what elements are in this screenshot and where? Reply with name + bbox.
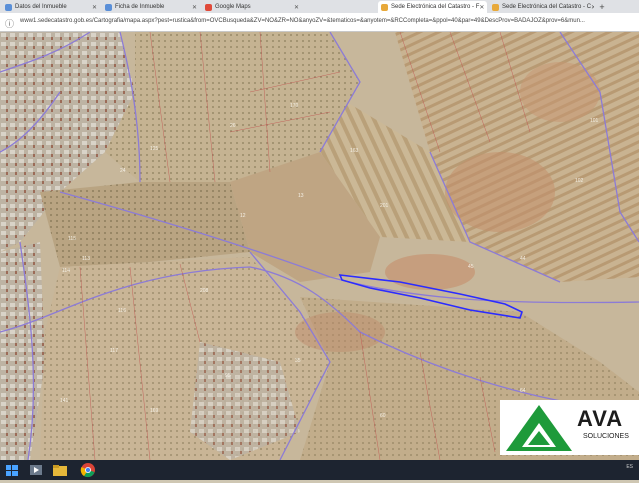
svg-text:116: 116 [118,308,126,314]
svg-text:101: 101 [590,118,599,124]
svg-text:163: 163 [350,148,359,154]
tab-ficha-inmueble[interactable]: Ficha de Inmueble ✕ [102,1,200,13]
svg-text:201: 201 [380,203,389,209]
aerial-map-svg: 115 114 113 116 117 125 24 26 170 12 13 163 45 44… [0,32,639,460]
maps-icon [205,3,212,11]
svg-text:117: 117 [110,348,118,354]
start-icon[interactable] [4,462,20,478]
tab-datos-inmueble[interactable]: Datos del Inmueble ✕ [2,1,100,13]
svg-text:95: 95 [225,373,231,379]
svg-text:113: 113 [82,256,90,262]
svg-text:114: 114 [62,268,70,274]
svg-text:169: 169 [150,408,159,414]
catastro-icon [492,3,499,11]
address-bar: ⓘ www1.sedecatastro.gob.es/Cartografia/m… [0,13,639,32]
url-field[interactable]: www1.sedecatastro.gob.es/Cartografia/map… [20,18,585,24]
cadastral-map[interactable]: 115 114 113 116 117 125 24 26 170 12 13 163 45 44… [0,32,639,460]
svg-text:208: 208 [200,288,209,294]
page-icon [5,3,12,11]
new-tab-button[interactable]: + [597,2,607,12]
svg-text:26: 26 [230,123,236,129]
taskbar: ES [0,460,639,480]
language-indicator: ES [626,464,633,470]
tab-label: Sede Electrónica del Catastro - C [502,4,592,10]
svg-text:35: 35 [295,358,301,364]
svg-text:60: 60 [380,413,386,419]
svg-text:24: 24 [120,168,126,174]
tab-label: Google Maps [215,4,251,10]
tab-catastro-c[interactable]: Sede Electrónica del Catastro - C ✕ [489,1,594,13]
logo-subtitle: SOLUCIONES [583,433,629,440]
svg-text:170: 170 [290,103,299,109]
ava-logo: AVA SOLUCIONES [500,400,639,455]
ava-triangle-icon [506,405,572,451]
catastro-icon [381,3,388,11]
system-tray[interactable]: ES [626,464,633,470]
tab-google-maps[interactable]: Google Maps ✕ [202,1,302,13]
svg-text:45: 45 [468,264,474,270]
svg-text:13: 13 [298,193,304,199]
close-icon[interactable]: ✕ [192,4,197,11]
tab-label: Datos del Inmueble [15,4,67,10]
info-icon[interactable]: ⓘ [5,17,14,30]
chrome-icon[interactable] [80,462,96,478]
folder-icon[interactable] [52,462,68,478]
tab-label: Ficha de Inmueble [115,4,165,10]
svg-text:44: 44 [520,256,526,262]
tab-catastro-f[interactable]: Sede Electrónica del Catastro - F ✕ [378,1,487,13]
tab-label: Sede Electrónica del Catastro - F [391,4,480,10]
browser-tab-strip: Datos del Inmueble ✕ Ficha de Inmueble ✕… [0,0,639,13]
logo-text: AVA [577,406,624,431]
svg-text:12: 12 [240,213,246,219]
svg-text:64: 64 [520,388,526,394]
close-icon[interactable]: ✕ [92,4,97,11]
page-icon [105,3,112,11]
svg-text:125: 125 [150,146,159,152]
svg-text:141: 141 [60,398,69,404]
close-icon[interactable]: ✕ [591,4,594,11]
media-icon[interactable] [28,462,44,478]
svg-text:102: 102 [575,178,584,184]
close-icon[interactable]: ✕ [294,4,299,11]
close-icon[interactable]: ✕ [479,4,484,11]
svg-text:115: 115 [68,236,76,242]
